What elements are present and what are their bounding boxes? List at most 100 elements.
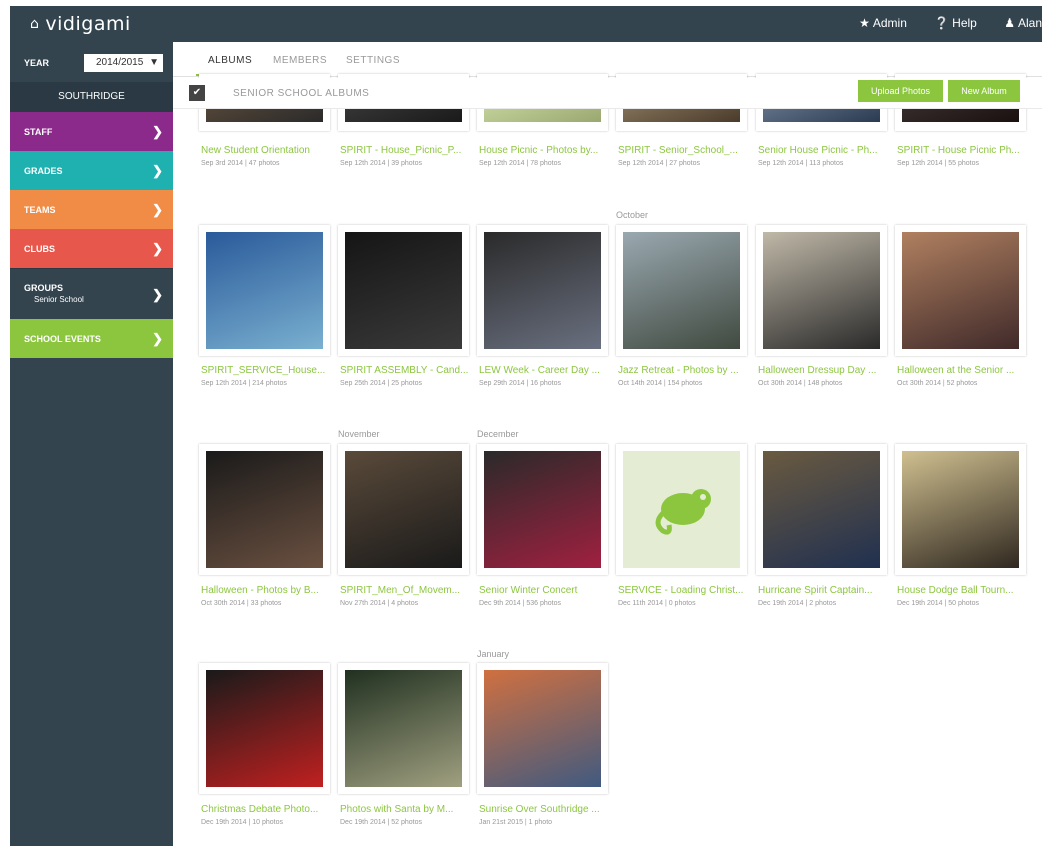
album-title[interactable]: Hurricane Spirit Captain... (758, 585, 892, 596)
album-card[interactable] (477, 225, 608, 356)
album-title[interactable]: SPIRIT_SERVICE_House... (201, 365, 335, 376)
sidebar-item-grades[interactable]: GRADES ❯ (10, 151, 173, 190)
chevron-right-icon: ❯ (152, 241, 163, 256)
month-label: November (338, 429, 380, 439)
home-icon: ⌂ (30, 16, 40, 32)
month-label: January (477, 649, 510, 659)
help-link[interactable]: ❔ Help (934, 16, 977, 30)
album-title[interactable]: Senior Winter Concert (479, 585, 613, 596)
album-title[interactable]: SERVICE - Loading Christ... (618, 585, 752, 596)
top-bar: ⌂ vidigami ★ Admin ❔ Help ♟ Alan (10, 6, 1042, 42)
album-meta: Oct 30th 2014 | 52 photos (897, 380, 978, 387)
album-meta: Sep 3rd 2014 | 47 photos (201, 160, 280, 167)
album-meta: Oct 14th 2014 | 154 photos (618, 380, 703, 387)
album-meta: Dec 19th 2014 | 52 photos (340, 819, 422, 826)
new-album-button[interactable]: New Album (948, 80, 1020, 102)
school-name: SOUTHRIDGE (10, 82, 173, 112)
album-title[interactable]: SPIRIT - House_Picnic_P... (340, 145, 474, 156)
album-meta: Dec 19th 2014 | 50 photos (897, 600, 979, 607)
year-select[interactable]: 2014/2015 ▼ (84, 54, 163, 72)
album-thumbnail[interactable] (623, 232, 740, 349)
album-card[interactable] (199, 663, 330, 794)
sidebar: YEAR 2014/2015 ▼ SOUTHRIDGE STAFF ❯ GRADES… (10, 42, 173, 846)
star-icon: ★ (859, 16, 870, 30)
tab-settings[interactable]: SETTINGS (346, 55, 400, 66)
album-card[interactable] (756, 444, 887, 575)
album-title[interactable]: SPIRIT ASSEMBLY - Cand... (340, 365, 474, 376)
album-meta: Sep 12th 2014 | 27 photos (618, 160, 700, 167)
album-meta: Sep 29th 2014 | 16 photos (479, 380, 561, 387)
help-icon: ❔ (934, 16, 950, 30)
user-menu[interactable]: ♟ Alan (1004, 16, 1042, 30)
album-card[interactable] (477, 663, 608, 794)
album-thumbnail[interactable] (902, 232, 1019, 349)
album-thumbnail[interactable] (623, 451, 740, 568)
chevron-right-icon: ❯ (152, 287, 163, 302)
album-thumbnail[interactable] (345, 232, 462, 349)
album-title[interactable]: Christmas Debate Photo... (201, 804, 335, 815)
upload-photos-button[interactable]: Upload Photos (858, 80, 943, 102)
album-title[interactable]: SPIRIT_Men_Of_Movem... (340, 585, 474, 596)
album-thumbnail[interactable] (206, 670, 323, 787)
admin-link[interactable]: ★ Admin (859, 16, 907, 30)
year-label: YEAR (24, 58, 50, 68)
sidebar-item-teams[interactable]: TEAMS ❯ (10, 190, 173, 229)
album-title[interactable]: Halloween - Photos by B... (201, 585, 335, 596)
month-label: December (477, 429, 519, 439)
album-meta: Dec 9th 2014 | 536 photos (479, 600, 561, 607)
album-title[interactable]: Sunrise Over Southridge ... (479, 804, 613, 815)
album-thumbnail[interactable] (763, 232, 880, 349)
user-icon: ♟ (1004, 16, 1015, 30)
album-title[interactable]: LEW Week - Career Day ... (479, 365, 613, 376)
album-meta: Sep 12th 2014 | 78 photos (479, 160, 561, 167)
album-card[interactable] (616, 225, 747, 356)
sidebar-item-staff[interactable]: STAFF ❯ (10, 112, 173, 151)
tab-albums[interactable]: ALBUMS (208, 55, 252, 66)
album-card[interactable] (199, 444, 330, 575)
album-card[interactable] (338, 225, 469, 356)
tab-bar: ALBUMS MEMBERS SETTINGS (173, 42, 1042, 77)
album-meta: Dec 19th 2014 | 10 photos (201, 819, 283, 826)
album-meta: Sep 25th 2014 | 25 photos (340, 380, 422, 387)
album-card[interactable] (199, 225, 330, 356)
album-thumbnail[interactable] (902, 451, 1019, 568)
album-card[interactable] (338, 663, 469, 794)
album-meta: Jan 21st 2015 | 1 photo (479, 819, 553, 826)
chameleon-icon (655, 489, 711, 535)
album-thumbnail[interactable] (763, 451, 880, 568)
sidebar-item-school-events[interactable]: SCHOOL EVENTS ❯ (10, 319, 173, 358)
album-thumbnail[interactable] (484, 451, 601, 568)
album-meta: Oct 30th 2014 | 148 photos (758, 380, 843, 387)
album-title[interactable]: House Dodge Ball Tourn... (897, 585, 1031, 596)
album-card[interactable] (895, 444, 1026, 575)
album-title[interactable]: Halloween Dressup Day ... (758, 365, 892, 376)
sidebar-item-groups[interactable]: GROUPS Senior School ❯ (10, 268, 173, 319)
month-label: October (616, 210, 649, 220)
album-title[interactable]: SPIRIT - Senior_School_... (618, 145, 752, 156)
album-card[interactable] (756, 225, 887, 356)
album-thumbnail[interactable] (345, 670, 462, 787)
album-card[interactable] (616, 444, 747, 575)
album-thumbnail[interactable] (345, 451, 462, 568)
album-thumbnail[interactable] (484, 670, 601, 787)
album-card[interactable] (477, 444, 608, 575)
album-title[interactable]: Photos with Santa by M... (340, 804, 474, 815)
album-thumbnail[interactable] (206, 451, 323, 568)
album-meta: Sep 12th 2014 | 55 photos (897, 160, 979, 167)
album-thumbnail[interactable] (206, 232, 323, 349)
chevron-right-icon: ❯ (152, 202, 163, 217)
album-card[interactable] (338, 444, 469, 575)
album-title[interactable]: SPIRIT - House Picnic Ph... (897, 145, 1031, 156)
sidebar-item-clubs[interactable]: CLUBS ❯ (10, 229, 173, 268)
album-thumbnail[interactable] (484, 232, 601, 349)
select-all-checkbox[interactable]: ✔ (189, 85, 205, 101)
album-title[interactable]: Jazz Retreat - Photos by ... (618, 365, 752, 376)
tab-members[interactable]: MEMBERS (273, 55, 327, 66)
logo[interactable]: ⌂ vidigami (30, 13, 131, 35)
album-title[interactable]: Senior House Picnic - Ph... (758, 145, 892, 156)
album-title[interactable]: Halloween at the Senior ... (897, 365, 1031, 376)
caret-down-icon: ▼ (149, 57, 159, 68)
album-title[interactable]: New Student Orientation (201, 145, 335, 156)
album-card[interactable] (895, 225, 1026, 356)
album-title[interactable]: House Picnic - Photos by... (479, 145, 613, 156)
